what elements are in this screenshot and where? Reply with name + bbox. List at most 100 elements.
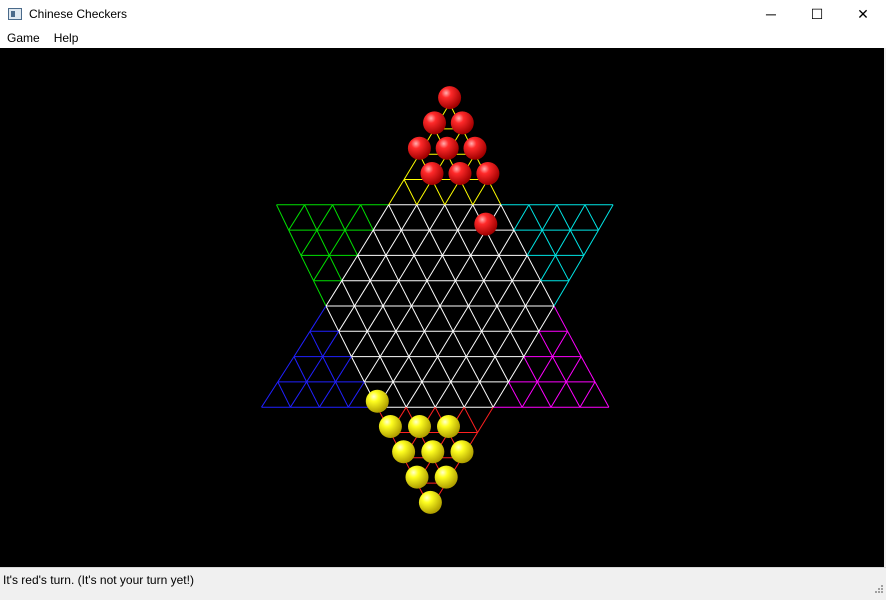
red-piece[interactable] [474, 212, 498, 236]
grid-line [521, 381, 538, 408]
grid-line [277, 356, 295, 383]
minimize-icon: ─ [766, 6, 776, 22]
grid-line [426, 280, 441, 307]
minimize-button[interactable]: ─ [748, 0, 794, 28]
red-piece[interactable] [450, 111, 474, 135]
close-button[interactable]: ✕ [840, 0, 886, 28]
yellow-piece[interactable] [450, 440, 474, 464]
grid-line [288, 204, 306, 231]
grid-line [441, 229, 459, 256]
grid-line [318, 381, 336, 408]
grid-line [385, 255, 400, 281]
grid-line [498, 255, 513, 281]
grid-line [382, 305, 397, 332]
red-piece[interactable] [420, 162, 444, 185]
grid-line [347, 381, 365, 408]
grid-line [550, 381, 567, 408]
grid-line [366, 305, 384, 332]
red-piece[interactable] [423, 111, 446, 135]
grid-line [309, 305, 327, 332]
window-title: Chinese Checkers [29, 7, 128, 21]
game-board[interactable] [0, 48, 884, 567]
game-board-canvas[interactable] [0, 48, 884, 567]
menu-game[interactable]: Game [0, 28, 47, 48]
grid-line [300, 229, 318, 256]
red-piece[interactable] [407, 136, 431, 160]
grid-line [528, 204, 543, 231]
red-piece[interactable] [448, 162, 472, 185]
grid-line [382, 280, 400, 307]
grid-line [465, 356, 481, 383]
grid-line [439, 305, 454, 332]
grid-line [579, 381, 596, 408]
grid-line [322, 356, 336, 383]
grid-line [552, 331, 569, 357]
red-piece[interactable] [435, 136, 459, 160]
grid-line [388, 179, 405, 206]
grid-line [357, 229, 374, 256]
grid-line [479, 381, 494, 408]
grid-line [325, 280, 343, 307]
grid-line [372, 229, 387, 256]
grid-line [565, 381, 581, 408]
grid-line [429, 229, 443, 256]
grid-line [421, 356, 439, 383]
grid-line [392, 381, 407, 408]
window-controls: ─ ☐ ✕ [748, 0, 886, 28]
menu-help[interactable]: Help [47, 28, 86, 48]
grid-line [580, 356, 596, 383]
grid-line [392, 356, 410, 383]
grid-line [468, 305, 483, 332]
yellow-piece[interactable] [378, 415, 402, 438]
grid-line [567, 331, 582, 357]
grid-line [540, 280, 555, 307]
yellow-piece[interactable] [405, 465, 429, 489]
grid-line [450, 381, 465, 408]
grid-line [372, 204, 390, 231]
yellow-piece[interactable] [434, 465, 458, 489]
grid-line [583, 229, 599, 256]
maximize-icon: ☐ [810, 5, 824, 22]
yellow-piece[interactable] [418, 490, 442, 514]
yellow-piece[interactable] [408, 415, 431, 438]
yellow-piece[interactable] [365, 389, 389, 413]
grid-line [424, 305, 441, 332]
grid-line [452, 305, 469, 332]
resize-grip-icon[interactable] [872, 584, 884, 596]
grid-line [538, 305, 555, 332]
grid-line [584, 204, 599, 231]
grid-line [513, 204, 530, 231]
grid-line [483, 280, 498, 307]
yellow-piece[interactable] [437, 415, 460, 438]
grid-line [511, 280, 526, 307]
grid-line [479, 356, 496, 383]
grid-line [594, 381, 610, 408]
grid-line [498, 229, 515, 256]
grid-line [457, 229, 472, 256]
grid-line [465, 331, 483, 357]
red-piece[interactable] [438, 86, 462, 110]
grid-line [293, 356, 308, 383]
status-text: It's red's turn. (It's not your turn yet… [3, 573, 194, 587]
grid-line [541, 204, 558, 231]
grid-line [288, 229, 302, 256]
grid-line [508, 356, 525, 383]
red-piece[interactable] [476, 162, 500, 185]
grid-line [289, 381, 308, 408]
menu-bar: Game Help [0, 28, 886, 48]
grid-line [508, 381, 523, 408]
grid-line [341, 255, 359, 281]
grid-line [441, 255, 456, 281]
grid-line [398, 280, 412, 307]
yellow-piece[interactable] [392, 440, 416, 464]
grid-line [536, 381, 552, 408]
grid-line [468, 280, 485, 307]
maximize-button[interactable]: ☐ [794, 0, 840, 28]
red-piece[interactable] [463, 136, 487, 160]
yellow-piece[interactable] [421, 440, 445, 464]
grid-line [526, 229, 543, 256]
grid-line [556, 204, 571, 231]
status-bar: It's red's turn. (It's not your turn yet… [0, 567, 886, 600]
grid-line [379, 356, 394, 383]
grid-line [492, 381, 509, 408]
